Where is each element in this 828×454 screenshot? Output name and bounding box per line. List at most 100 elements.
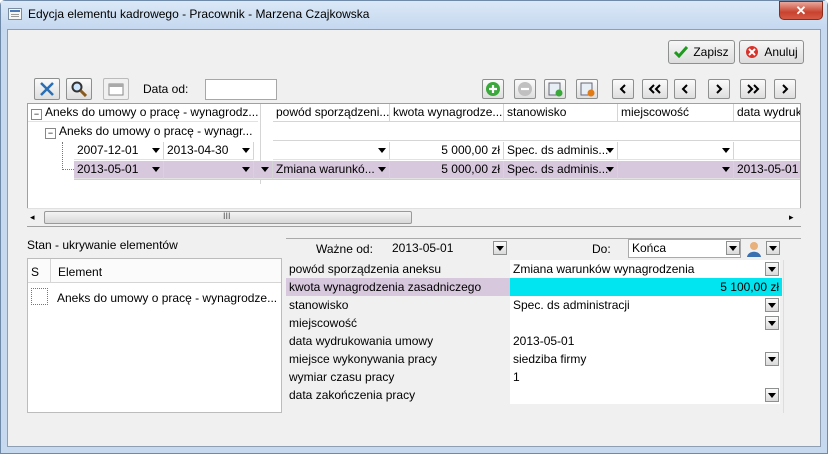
add-button[interactable] [482,79,504,99]
field-workplace[interactable]: siedziba firmy [510,350,780,368]
tools-icon [40,82,54,96]
list-item[interactable]: Aneks do umowy o pracę - wynagrodze... [57,291,279,305]
column-header-reason[interactable]: powód sporządzeni... [273,104,390,122]
export-button[interactable] [544,79,566,99]
next-button[interactable] [708,79,730,99]
column-header-position[interactable]: stanowisko [504,104,618,122]
scroll-thumb[interactable]: III [44,211,412,224]
row-date-to[interactable]: 2013-04-30 [164,142,254,160]
double-arrow-right-icon [747,84,760,94]
save-button[interactable]: Zapisz [668,40,735,64]
last-button[interactable] [774,79,796,99]
row-date-from[interactable]: 2007-12-01 [74,142,164,160]
field-label-place: miejscowość [289,316,358,330]
field-reason[interactable]: Zmiana warunków wynagrodzenia [510,260,780,278]
row-print-date[interactable]: 2013-05-01 [734,161,800,179]
plus-icon [486,82,500,96]
field-print-date[interactable]: 2013-05-01 [510,332,780,350]
field-amount[interactable]: 5 100,00 zł [510,278,782,296]
row-date-to[interactable] [164,161,254,179]
column-header-print-date[interactable]: data wydruk [734,104,800,122]
to-dropdown[interactable] [726,241,740,255]
position-dropdown[interactable] [765,298,779,312]
to-label: Do: [592,242,611,256]
field-label-position: stanowisko [289,298,349,312]
row-date-from[interactable]: 2013-05-01 [74,161,164,179]
close-button[interactable]: ✕ [779,1,823,20]
date-from-input[interactable] [205,79,277,100]
chevron-down-icon [769,245,777,251]
form-scrollbar[interactable] [783,260,801,413]
check-icon [674,46,689,58]
tree-row-root[interactable]: − Aneks do umowy o pracę - wynagrodz... [28,104,258,122]
collapse-icon[interactable]: − [45,128,56,139]
cancel-icon [746,46,759,58]
to-input[interactable]: Końca [628,239,741,258]
horizontal-scrollbar[interactable]: ◂ III ▸ [27,208,801,226]
person-icon[interactable] [745,240,763,258]
app-icon [8,8,22,20]
chevron-down-icon [768,320,776,326]
column-header-element: Element [58,265,103,279]
column-header-place[interactable]: miejscowość [618,104,734,122]
row-reason[interactable]: Zmiana warunkó... [273,161,390,179]
field-position[interactable]: Spec. ds administracji [510,296,780,314]
column-divider [50,259,51,283]
person-dropdown[interactable] [766,241,780,255]
row-place[interactable] [618,142,734,160]
field-label-reason: powód sporządzenia aneksu [289,262,442,276]
table-row[interactable]: 2007-12-01 2013-04-30 5 000,00 zł Spec. … [28,142,800,161]
prev-button[interactable] [674,79,696,99]
document-import-icon [580,82,595,97]
calendar-button[interactable] [103,78,129,100]
field-label-end-date: data zakończenia pracy [289,388,416,402]
place-dropdown[interactable] [765,316,779,330]
valid-from-label: Ważne od: [316,242,373,256]
scroll-left-icon[interactable]: ◂ [30,212,35,223]
valid-from-value[interactable]: 2013-05-01 [392,241,492,257]
row-position[interactable]: Spec. ds adminis... [504,142,618,160]
arrow-right-icon [782,84,789,94]
scroll-right-icon[interactable]: ▸ [789,212,794,223]
row-position[interactable]: Spec. ds adminis... [504,161,618,179]
visibility-checkbox[interactable] [31,288,48,305]
column-header-amount[interactable]: kwota wynagrodze... [390,104,504,122]
remove-button[interactable] [514,79,536,99]
tree-row-child[interactable]: − Aneks do umowy o pracę - wynagr... [42,123,272,141]
end-date-dropdown[interactable] [765,388,779,402]
table-row-selected[interactable]: 2013-05-01 Zmiana warunkó... 5 000,00 zł… [74,161,800,180]
workplace-dropdown[interactable] [765,352,779,366]
chevron-down-icon [768,392,776,398]
row-amount[interactable]: 5 000,00 zł [390,161,504,179]
minus-icon [518,82,532,96]
fast-back-button[interactable] [642,79,668,99]
collapse-icon[interactable]: − [31,109,42,120]
detail-form: Ważne od: 2013-05-01 Do: Końca powód spo… [286,238,801,413]
valid-from-dropdown[interactable] [493,241,507,255]
search-icon [71,81,87,97]
reason-dropdown[interactable] [765,262,779,276]
tools-button[interactable] [34,78,60,100]
field-end-date[interactable] [510,386,780,404]
chevron-down-icon [768,356,776,362]
chevron-right-icon [716,84,723,94]
row-reason[interactable] [273,142,390,160]
row-print-date[interactable] [734,142,800,160]
field-place[interactable] [510,314,780,332]
arrow-left-icon [619,84,626,94]
field-work-time[interactable]: 1 [510,368,780,386]
chevron-down-icon [729,245,737,251]
search-button[interactable] [66,78,92,100]
tree-line [62,142,74,160]
row-expand[interactable] [254,161,273,179]
row-amount[interactable]: 5 000,00 zł [390,142,504,160]
document-export-icon [548,82,563,97]
column-header-s: S [31,265,40,279]
window-title: Edycja elementu kadrowego - Pracownik - … [28,7,370,21]
fast-forward-button[interactable] [740,79,766,99]
import-button[interactable] [576,79,598,99]
row-place[interactable] [618,161,734,179]
chevron-down-icon [768,266,776,272]
cancel-button[interactable]: Anuluj [739,40,804,64]
first-button[interactable] [612,79,634,99]
